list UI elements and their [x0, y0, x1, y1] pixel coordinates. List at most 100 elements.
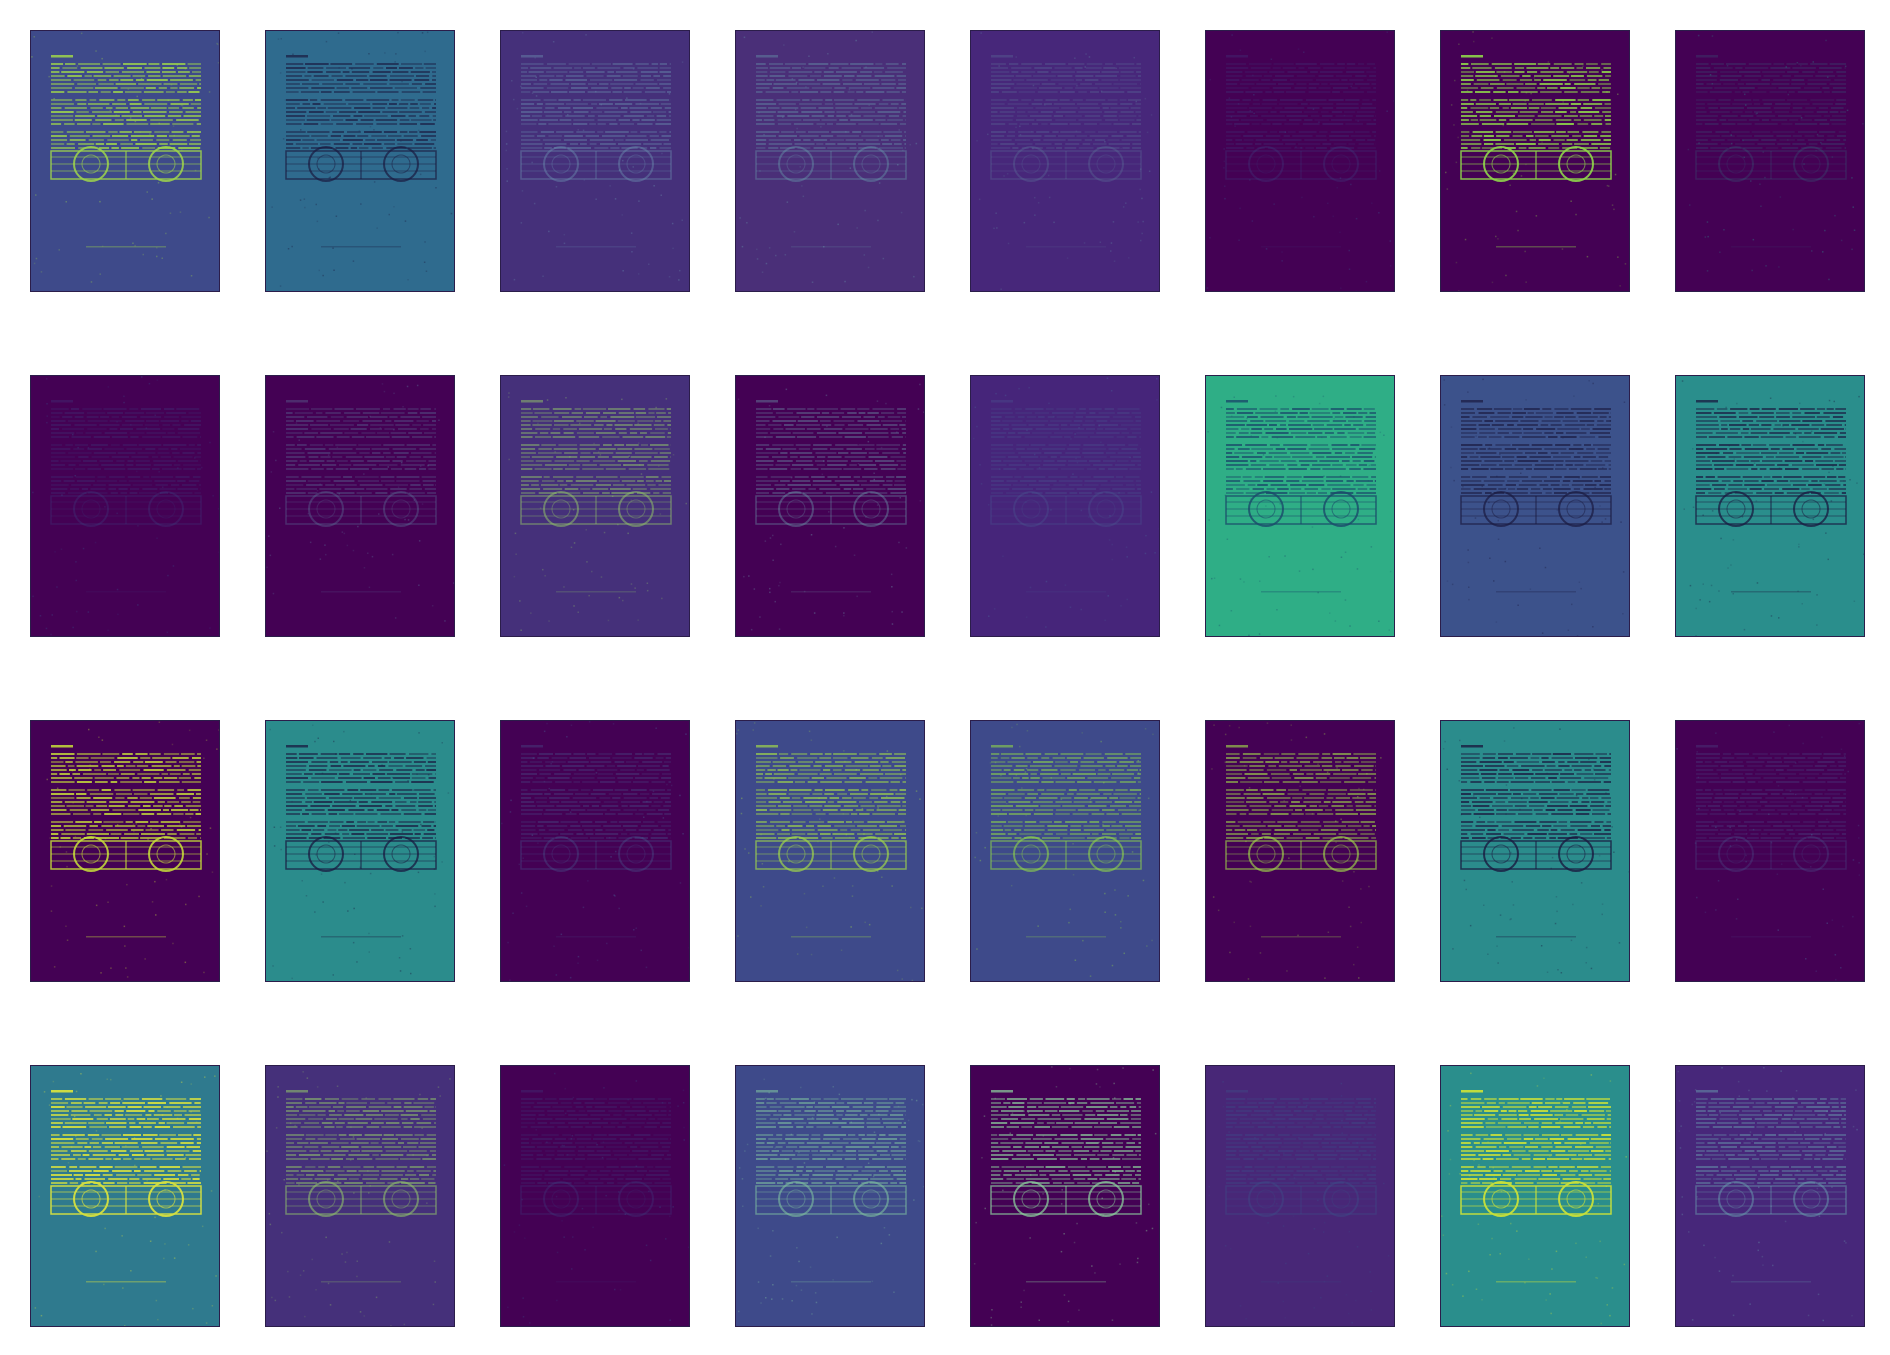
text-line — [1254, 476, 1263, 478]
text-line — [357, 480, 379, 482]
text-line — [1504, 448, 1517, 450]
text-line — [1811, 424, 1825, 426]
text-line — [1706, 83, 1722, 85]
text-line — [829, 797, 840, 799]
noise-speckle — [827, 53, 829, 55]
text-line — [286, 416, 305, 418]
noise-speckle — [633, 929, 635, 931]
text-line — [377, 821, 388, 823]
text-line — [1076, 488, 1097, 490]
text-line — [141, 833, 165, 835]
noise-speckle — [99, 200, 101, 203]
text-line — [151, 456, 159, 458]
text-line — [1603, 139, 1611, 141]
text-line — [1696, 71, 1718, 73]
text-line — [667, 432, 671, 434]
noise-speckle — [1265, 248, 1268, 250]
text-line — [1578, 111, 1600, 113]
text-line — [1777, 143, 1791, 145]
text-line — [623, 809, 637, 811]
text-line — [565, 79, 587, 81]
text-line — [844, 456, 866, 458]
text-line — [1714, 87, 1738, 89]
text-line — [1014, 408, 1022, 410]
text-line — [427, 809, 436, 811]
noise-speckle — [507, 396, 510, 398]
text-line — [404, 797, 418, 799]
text-line — [1085, 420, 1094, 422]
text-line — [650, 107, 662, 109]
text-line — [1006, 480, 1018, 482]
text-line — [785, 428, 805, 430]
text-line — [891, 761, 906, 763]
text-line — [823, 428, 843, 430]
text-line — [68, 452, 92, 454]
text-line — [1708, 436, 1725, 438]
noise-speckle — [555, 186, 558, 188]
noise-speckle — [1576, 635, 1579, 636]
text-line — [1226, 83, 1238, 85]
text-line — [1355, 115, 1374, 117]
noise-speckle — [646, 589, 649, 592]
text-line — [756, 131, 780, 133]
text-line — [897, 468, 906, 470]
noise-speckle — [1108, 539, 1111, 541]
text-line — [335, 444, 357, 446]
text-line — [1820, 143, 1845, 145]
noise-speckle — [424, 50, 426, 53]
text-line — [1838, 131, 1846, 133]
noise-speckle — [640, 473, 643, 475]
noise-speckle — [752, 729, 754, 731]
text-line — [1815, 75, 1835, 77]
noise-speckle — [1104, 141, 1106, 143]
text-line — [1084, 484, 1099, 486]
text-line — [1056, 416, 1073, 418]
text-line — [180, 753, 195, 755]
text-line — [872, 87, 895, 89]
noise-speckle — [56, 787, 59, 790]
text-line — [1496, 135, 1510, 137]
text-line — [1247, 484, 1256, 486]
text-line — [286, 448, 302, 450]
text-line — [100, 91, 111, 93]
text-line — [109, 428, 118, 430]
text-line — [132, 789, 155, 791]
noise-speckle — [404, 518, 406, 521]
text-line — [656, 412, 666, 414]
text-line — [109, 476, 125, 478]
text-line — [1014, 476, 1022, 478]
noise-speckle — [563, 586, 565, 588]
text-line — [810, 753, 823, 755]
text-line — [654, 420, 662, 422]
text-line — [896, 476, 906, 478]
text-line — [139, 797, 152, 799]
noise-speckle — [1239, 49, 1242, 51]
text-line — [614, 789, 629, 791]
text-line — [1534, 79, 1541, 81]
noise-speckle — [416, 384, 419, 387]
text-line — [856, 91, 864, 93]
text-line — [103, 408, 127, 410]
noise-speckle — [871, 31, 873, 33]
text-line — [1024, 460, 1042, 462]
text-line — [813, 139, 828, 141]
noise-speckle — [514, 532, 517, 535]
text-line — [787, 408, 806, 410]
text-line — [768, 801, 781, 803]
text-line — [1745, 67, 1769, 69]
text-line — [329, 825, 340, 827]
noise-speckle — [1594, 486, 1596, 489]
text-line — [1493, 99, 1508, 101]
noise-speckle — [146, 191, 148, 193]
text-line — [345, 99, 364, 101]
text-line — [311, 408, 333, 410]
text-line — [107, 139, 129, 141]
text-line — [1586, 67, 1601, 69]
text-line — [1035, 428, 1060, 430]
noise-speckle — [837, 223, 839, 226]
text-line — [991, 484, 1012, 486]
text-line — [185, 813, 194, 815]
text-line — [583, 805, 590, 807]
text-line — [1120, 71, 1134, 73]
noise-speckle — [1592, 382, 1594, 385]
